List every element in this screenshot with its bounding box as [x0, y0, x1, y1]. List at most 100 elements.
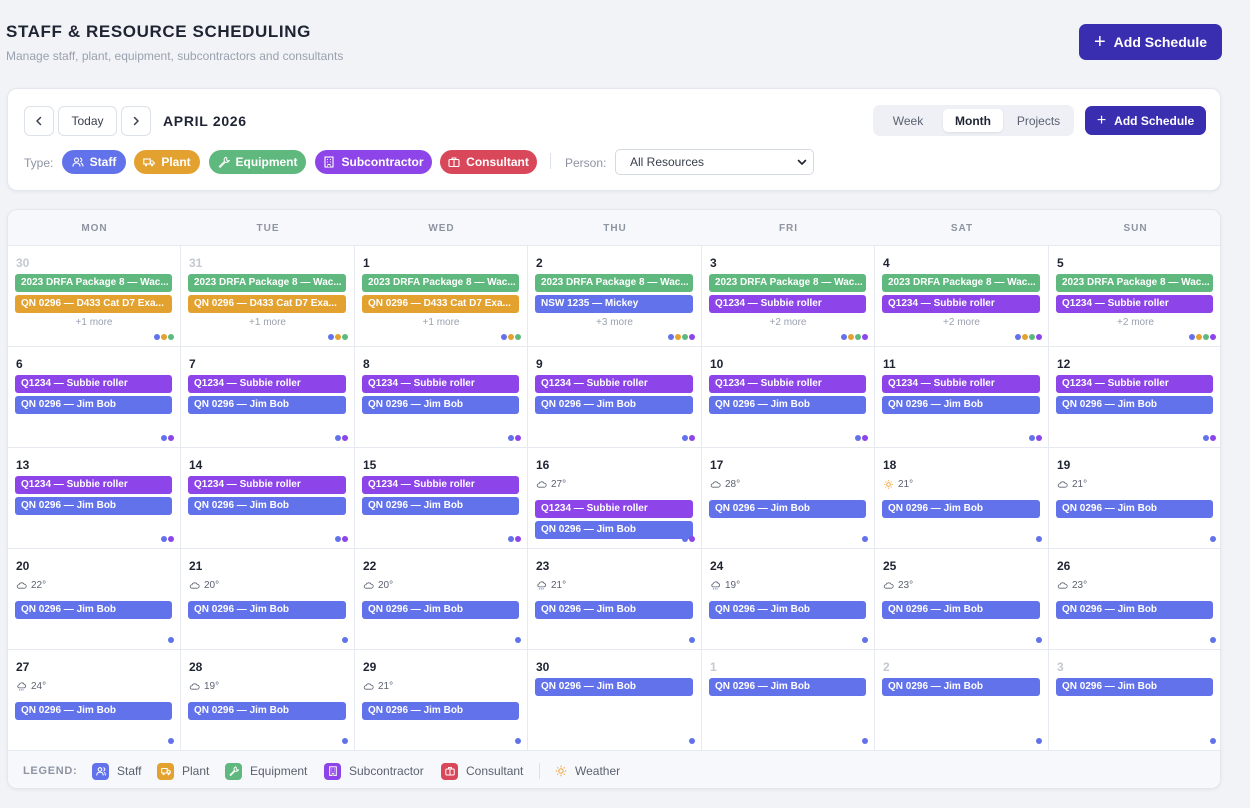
schedule-event-staff[interactable]: QN 0296 — Jim Bob: [535, 396, 693, 414]
schedule-event-staff[interactable]: QN 0296 — Jim Bob: [362, 497, 519, 515]
schedule-event-staff[interactable]: QN 0296 — Jim Bob: [1056, 396, 1213, 414]
add-schedule-button[interactable]: + Add Schedule: [1079, 24, 1222, 60]
schedule-event-staff[interactable]: QN 0296 — Jim Bob: [188, 497, 346, 515]
day-cell[interactable]: 5 2023 DRFA Package 8 — Wac... Q1234 — Sub…: [1049, 246, 1220, 347]
day-cell[interactable]: 25 23° QN 0296 — Jim Bob: [875, 549, 1049, 650]
schedule-event-staff[interactable]: QN 0296 — Jim Bob: [882, 601, 1040, 619]
schedule-event-equipment[interactable]: 2023 DRFA Package 8 — Wac...: [362, 274, 519, 292]
day-cell[interactable]: 28 19° QN 0296 — Jim Bob: [181, 650, 355, 751]
today-button[interactable]: Today: [58, 106, 117, 136]
schedule-event-staff[interactable]: QN 0296 — Jim Bob: [188, 702, 346, 720]
schedule-event-staff[interactable]: QN 0296 — Jim Bob: [709, 500, 866, 518]
schedule-event-staff[interactable]: QN 0296 — Jim Bob: [188, 601, 346, 619]
filter-plant-chip[interactable]: Plant: [134, 150, 200, 174]
schedule-event-subcontractor[interactable]: Q1234 — Subbie roller: [362, 375, 519, 393]
schedule-event-staff[interactable]: QN 0296 — Jim Bob: [362, 396, 519, 414]
schedule-event-staff[interactable]: QN 0296 — Jim Bob: [535, 601, 693, 619]
day-cell[interactable]: 13 Q1234 — Subbie roller QN 0296 — Jim Bob: [8, 448, 181, 549]
schedule-event-staff[interactable]: QN 0296 — Jim Bob: [15, 396, 172, 414]
tab-month[interactable]: Month: [943, 109, 1003, 132]
more-events-link[interactable]: +2 more: [1049, 317, 1220, 328]
filter-staff-chip[interactable]: Staff: [62, 150, 126, 174]
schedule-event-staff[interactable]: QN 0296 — Jim Bob: [1056, 601, 1213, 619]
day-cell[interactable]: 23 21° QN 0296 — Jim Bob: [528, 549, 702, 650]
schedule-event-subcontractor[interactable]: Q1234 — Subbie roller: [188, 375, 346, 393]
day-cell[interactable]: 19 21° QN 0296 — Jim Bob: [1049, 448, 1220, 549]
day-cell[interactable]: 6 Q1234 — Subbie roller QN 0296 — Jim Bob: [8, 347, 181, 448]
day-cell[interactable]: 27 24° QN 0296 — Jim Bob: [8, 650, 181, 751]
schedule-event-staff[interactable]: QN 0296 — Jim Bob: [882, 678, 1040, 696]
add-schedule-toolbar-button[interactable]: + Add Schedule: [1085, 106, 1206, 135]
more-events-link[interactable]: +1 more: [181, 317, 354, 328]
day-cell[interactable]: 17 28° QN 0296 — Jim Bob: [702, 448, 875, 549]
schedule-event-subcontractor[interactable]: Q1234 — Subbie roller: [1056, 375, 1213, 393]
tab-projects[interactable]: Projects: [1007, 109, 1070, 132]
day-cell[interactable]: 3 QN 0296 — Jim Bob: [1049, 650, 1220, 751]
day-cell[interactable]: 16 27° Q1234 — Subbie roller QN 0296 — Jim …: [528, 448, 702, 549]
schedule-event-staff[interactable]: QN 0296 — Jim Bob: [882, 396, 1040, 414]
schedule-event-staff[interactable]: QN 0296 — Jim Bob: [709, 396, 866, 414]
filter-subcontractor-chip[interactable]: Subcontractor: [315, 150, 432, 174]
schedule-event-subcontractor[interactable]: Q1234 — Subbie roller: [709, 375, 866, 393]
more-events-link[interactable]: +2 more: [702, 317, 874, 328]
schedule-event-equipment[interactable]: 2023 DRFA Package 8 — Wac...: [709, 274, 866, 292]
day-cell[interactable]: 2 QN 0296 — Jim Bob: [875, 650, 1049, 751]
schedule-event-staff[interactable]: QN 0296 — Jim Bob: [15, 601, 172, 619]
schedule-event-equipment[interactable]: 2023 DRFA Package 8 — Wac...: [882, 274, 1040, 292]
schedule-event-subcontractor[interactable]: Q1234 — Subbie roller: [882, 295, 1040, 313]
schedule-event-staff[interactable]: QN 0296 — Jim Bob: [882, 500, 1040, 518]
schedule-event-staff[interactable]: QN 0296 — Jim Bob: [535, 521, 693, 539]
more-events-link[interactable]: +1 more: [355, 317, 527, 328]
tab-week[interactable]: Week: [877, 109, 939, 132]
schedule-event-equipment[interactable]: 2023 DRFA Package 8 — Wac...: [188, 274, 346, 292]
schedule-event-subcontractor[interactable]: Q1234 — Subbie roller: [188, 476, 346, 494]
schedule-event-equipment[interactable]: 2023 DRFA Package 8 — Wac...: [1056, 274, 1213, 292]
schedule-event-staff[interactable]: QN 0296 — Jim Bob: [15, 497, 172, 515]
schedule-event-plant[interactable]: QN 0296 — D433 Cat D7 Exa...: [362, 295, 519, 313]
day-cell[interactable]: 7 Q1234 — Subbie roller QN 0296 — Jim Bob: [181, 347, 355, 448]
day-cell[interactable]: 30 QN 0296 — Jim Bob: [528, 650, 702, 751]
schedule-event-staff[interactable]: QN 0296 — Jim Bob: [15, 702, 172, 720]
schedule-event-subcontractor[interactable]: Q1234 — Subbie roller: [882, 375, 1040, 393]
day-cell[interactable]: 9 Q1234 — Subbie roller QN 0296 — Jim Bob: [528, 347, 702, 448]
more-events-link[interactable]: +3 more: [528, 317, 701, 328]
schedule-event-subcontractor[interactable]: Q1234 — Subbie roller: [15, 375, 172, 393]
schedule-event-staff[interactable]: NSW 1235 — Mickey: [535, 295, 693, 313]
day-cell[interactable]: 20 22° QN 0296 — Jim Bob: [8, 549, 181, 650]
day-cell[interactable]: 10 Q1234 — Subbie roller QN 0296 — Jim Bob: [702, 347, 875, 448]
schedule-event-staff[interactable]: QN 0296 — Jim Bob: [1056, 678, 1213, 696]
day-cell[interactable]: 1 QN 0296 — Jim Bob: [702, 650, 875, 751]
schedule-event-staff[interactable]: QN 0296 — Jim Bob: [1056, 500, 1213, 518]
schedule-event-equipment[interactable]: 2023 DRFA Package 8 — Wac...: [15, 274, 172, 292]
schedule-event-staff[interactable]: QN 0296 — Jim Bob: [535, 678, 693, 696]
day-cell[interactable]: 14 Q1234 — Subbie roller QN 0296 — Jim Bob: [181, 448, 355, 549]
day-cell[interactable]: 15 Q1234 — Subbie roller QN 0296 — Jim Bob: [355, 448, 528, 549]
person-select[interactable]: All Resources: [615, 149, 814, 175]
day-cell[interactable]: 21 20° QN 0296 — Jim Bob: [181, 549, 355, 650]
schedule-event-staff[interactable]: QN 0296 — Jim Bob: [709, 601, 866, 619]
schedule-event-staff[interactable]: QN 0296 — Jim Bob: [362, 601, 519, 619]
day-cell[interactable]: 24 19° QN 0296 — Jim Bob: [702, 549, 875, 650]
day-cell[interactable]: 26 23° QN 0296 — Jim Bob: [1049, 549, 1220, 650]
schedule-event-subcontractor[interactable]: Q1234 — Subbie roller: [362, 476, 519, 494]
schedule-event-subcontractor[interactable]: Q1234 — Subbie roller: [535, 500, 693, 518]
next-month-button[interactable]: [121, 106, 151, 136]
schedule-event-plant[interactable]: QN 0296 — D433 Cat D7 Exa...: [188, 295, 346, 313]
day-cell[interactable]: 31 2023 DRFA Package 8 — Wac... QN 0296 — …: [181, 246, 355, 347]
day-cell[interactable]: 4 2023 DRFA Package 8 — Wac... Q1234 — Sub…: [875, 246, 1049, 347]
more-events-link[interactable]: +2 more: [875, 317, 1048, 328]
schedule-event-staff[interactable]: QN 0296 — Jim Bob: [709, 678, 866, 696]
schedule-event-equipment[interactable]: 2023 DRFA Package 8 — Wac...: [535, 274, 693, 292]
day-cell[interactable]: 30 2023 DRFA Package 8 — Wac... QN 0296 — …: [8, 246, 181, 347]
prev-month-button[interactable]: [24, 106, 54, 136]
day-cell[interactable]: 8 Q1234 — Subbie roller QN 0296 — Jim Bob: [355, 347, 528, 448]
schedule-event-staff[interactable]: QN 0296 — Jim Bob: [188, 396, 346, 414]
day-cell[interactable]: 1 2023 DRFA Package 8 — Wac... QN 0296 — D…: [355, 246, 528, 347]
day-cell[interactable]: 29 21° QN 0296 — Jim Bob: [355, 650, 528, 751]
day-cell[interactable]: 11 Q1234 — Subbie roller QN 0296 — Jim Bob: [875, 347, 1049, 448]
schedule-event-subcontractor[interactable]: Q1234 — Subbie roller: [709, 295, 866, 313]
schedule-event-subcontractor[interactable]: Q1234 — Subbie roller: [1056, 295, 1213, 313]
more-events-link[interactable]: +1 more: [8, 317, 180, 328]
day-cell[interactable]: 22 20° QN 0296 — Jim Bob: [355, 549, 528, 650]
day-cell[interactable]: 2 2023 DRFA Package 8 — Wac... NSW 1235 — …: [528, 246, 702, 347]
